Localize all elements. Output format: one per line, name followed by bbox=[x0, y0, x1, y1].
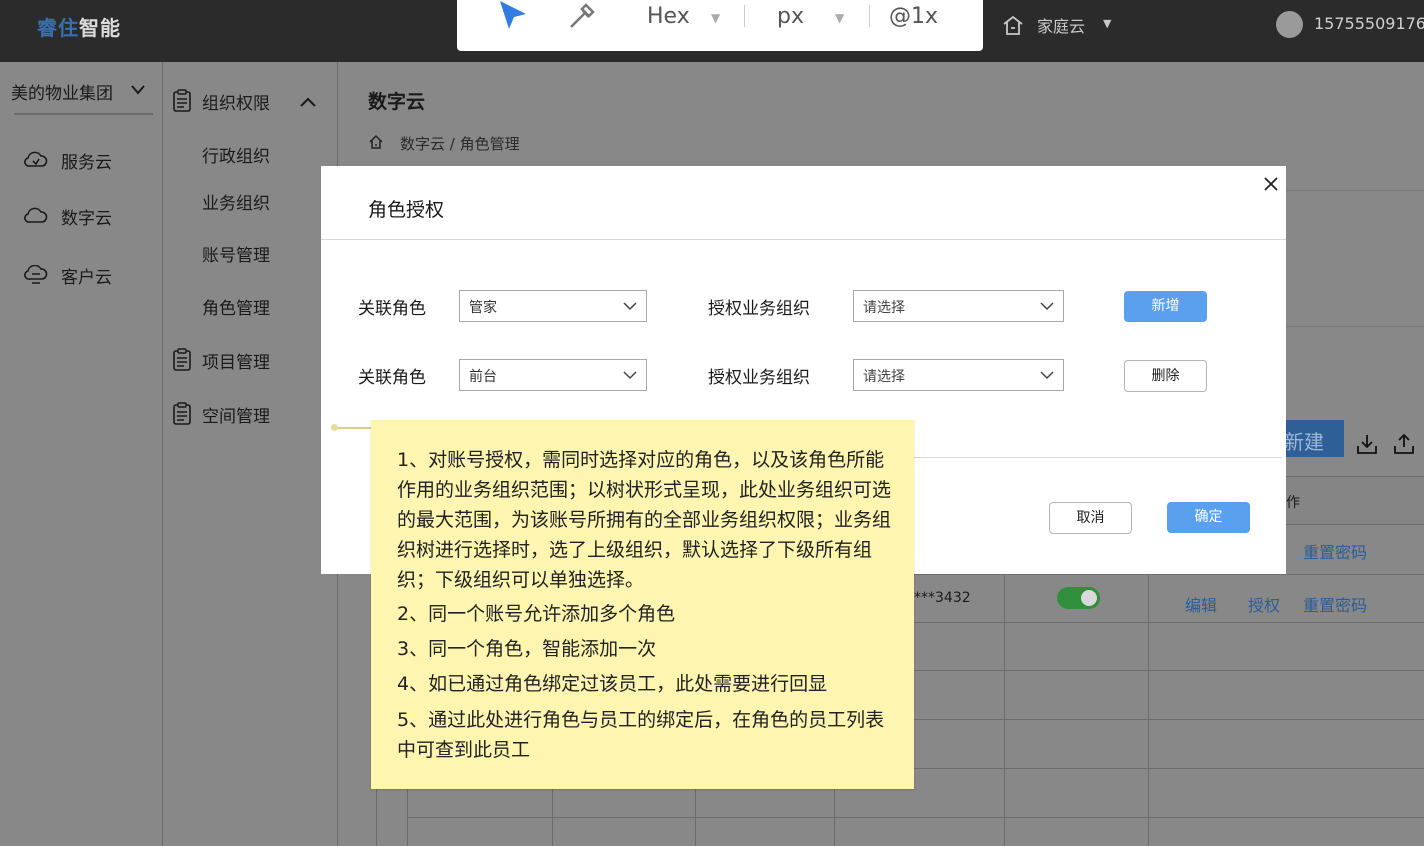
cloud-chat-icon bbox=[24, 265, 48, 284]
chevron-down-icon bbox=[1040, 371, 1054, 380]
unit-select[interactable]: px bbox=[777, 4, 804, 29]
divider bbox=[1285, 326, 1424, 327]
cloud-switcher[interactable]: 家庭云 bbox=[1037, 13, 1085, 37]
download-icon[interactable] bbox=[1355, 432, 1379, 456]
eyedropper-icon[interactable] bbox=[566, 0, 598, 32]
chevron-down-icon bbox=[623, 371, 637, 380]
nav-section-label: 空间管理 bbox=[202, 407, 270, 427]
scale-select[interactable]: @1x bbox=[889, 4, 938, 29]
nav-section-label: 组织权限 bbox=[202, 94, 270, 114]
sidebar-item-label: 数字云 bbox=[61, 209, 112, 229]
phone-cell: ***3432 bbox=[914, 590, 971, 606]
home-icon[interactable] bbox=[368, 134, 384, 150]
pointer-icon[interactable] bbox=[497, 0, 529, 32]
status-toggle[interactable] bbox=[1057, 587, 1100, 609]
select-placeholder: 请选择 bbox=[863, 369, 905, 385]
breadcrumb: 数字云 / 角色管理 bbox=[400, 135, 520, 153]
select-placeholder: 请选择 bbox=[863, 300, 905, 316]
sub-navigation bbox=[163, 62, 338, 846]
format-select[interactable]: Hex bbox=[647, 4, 690, 29]
cloud-icon bbox=[24, 151, 48, 167]
org-select[interactable]: 请选择 bbox=[853, 359, 1064, 391]
divider bbox=[14, 113, 153, 115]
note-text: 3、同一个角色，智能添加一次 bbox=[397, 638, 657, 660]
clipboard-icon bbox=[173, 402, 191, 425]
sidebar-item-label: 服务云 bbox=[61, 153, 112, 173]
select-value: 前台 bbox=[469, 369, 497, 385]
chevron-down-icon: ▼ bbox=[835, 11, 845, 25]
divider bbox=[1285, 190, 1424, 191]
chevron-down-icon: ▼ bbox=[711, 11, 721, 25]
table-row bbox=[407, 817, 1424, 818]
dialog-title: 角色授权 bbox=[368, 199, 445, 221]
group-selector[interactable]: 美的物业集团 bbox=[11, 79, 113, 104]
caret-down-icon: ▼ bbox=[1103, 17, 1112, 30]
nav-item-business-org[interactable]: 业务组织 bbox=[202, 189, 270, 214]
chevron-down-icon bbox=[131, 85, 145, 95]
nav-item-admin-org[interactable]: 行政组织 bbox=[202, 142, 270, 167]
chevron-down-icon bbox=[623, 302, 637, 311]
clipboard-icon bbox=[173, 348, 191, 371]
divider bbox=[911, 457, 1282, 458]
user-phone[interactable]: 15755509176 bbox=[1314, 14, 1424, 33]
org-label: 授权业务组织 bbox=[708, 299, 810, 319]
clipboard-icon bbox=[173, 89, 191, 112]
column-header-actions: 作 bbox=[1286, 495, 1300, 511]
cloud-icon bbox=[24, 207, 48, 223]
note-anchor bbox=[331, 424, 338, 431]
note-text: 5、通过此处进行角色与员工的绑定后，在角色的员工列表中可查到此员工 bbox=[397, 709, 885, 761]
upload-icon[interactable] bbox=[1392, 432, 1416, 456]
top-bar: 睿住智能 Hex ▼ px ▼ @1x 家庭云 ▼ 15755509176 bbox=[0, 0, 1424, 62]
org-label: 授权业务组织 bbox=[708, 368, 810, 388]
sidebar bbox=[0, 62, 163, 846]
note-text: 2、同一个账号允许添加多个角色 bbox=[397, 603, 676, 625]
nav-section-label: 项目管理 bbox=[202, 353, 270, 373]
role-select[interactable]: 前台 bbox=[459, 359, 647, 391]
logo: 睿住智能 bbox=[37, 16, 121, 40]
nav-item-role-management[interactable]: 角色管理 bbox=[202, 294, 270, 319]
confirm-button[interactable]: 确定 bbox=[1167, 502, 1250, 533]
select-value: 管家 bbox=[469, 300, 497, 316]
page-title: 数字云 bbox=[368, 91, 426, 113]
note-text: 1、对账号授权，需同时选择对应的角色，以及该角色所能作用的业务组织范围；以树状形… bbox=[397, 449, 892, 591]
delete-button[interactable]: 删除 bbox=[1124, 360, 1207, 392]
avatar[interactable] bbox=[1276, 11, 1303, 38]
reset-password-link[interactable]: 重置密码 bbox=[1303, 539, 1367, 563]
chevron-up-icon[interactable] bbox=[299, 95, 317, 109]
divider bbox=[744, 5, 745, 27]
toggle-knob bbox=[1081, 590, 1097, 606]
org-select[interactable]: 请选择 bbox=[853, 290, 1064, 322]
role-label: 关联角色 bbox=[358, 299, 426, 319]
home-icon bbox=[1003, 15, 1023, 35]
new-button-label: 新建 bbox=[1284, 430, 1324, 454]
add-button[interactable]: 新增 bbox=[1124, 291, 1207, 322]
role-select[interactable]: 管家 bbox=[459, 290, 647, 322]
nav-item-account-management[interactable]: 账号管理 bbox=[202, 241, 270, 266]
role-label: 关联角色 bbox=[358, 368, 426, 388]
divider bbox=[869, 5, 870, 27]
chevron-down-icon bbox=[1040, 302, 1054, 311]
cancel-button[interactable]: 取消 bbox=[1049, 502, 1132, 534]
edit-link[interactable]: 编辑 bbox=[1185, 592, 1217, 616]
sidebar-item-label: 客户云 bbox=[61, 268, 112, 288]
divider bbox=[321, 239, 1286, 240]
grant-link[interactable]: 授权 bbox=[1248, 592, 1280, 616]
note-text: 4、如已通过角色绑定过该员工，此处需要进行回显 bbox=[397, 673, 828, 695]
annotation-note: 1、对账号授权，需同时选择对应的角色，以及该角色所能作用的业务组织范围；以树状形… bbox=[371, 420, 914, 789]
close-icon[interactable] bbox=[1262, 175, 1280, 193]
reset-password-link[interactable]: 重置密码 bbox=[1303, 592, 1367, 616]
